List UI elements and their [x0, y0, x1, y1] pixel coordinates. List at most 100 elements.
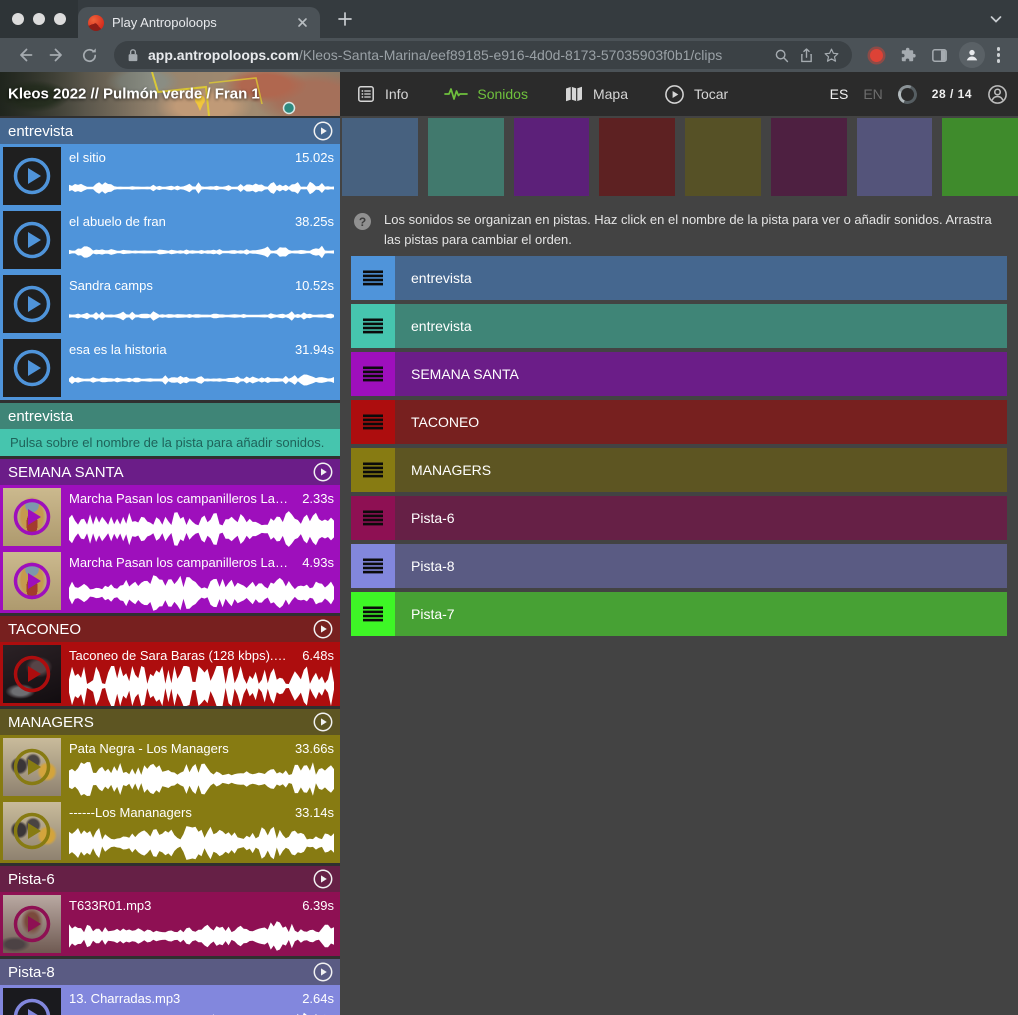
clip-play-icon[interactable] [12, 497, 52, 537]
nav-tocar-label: Tocar [694, 86, 728, 102]
track-color-pad[interactable] [514, 118, 590, 196]
browser-profile-avatar[interactable] [959, 42, 985, 68]
track-drag-handle[interactable] [351, 496, 395, 540]
extensions-puzzle-icon[interactable] [895, 42, 921, 68]
track-drag-handle[interactable] [351, 592, 395, 636]
track-header[interactable]: Pista-6 [0, 866, 340, 892]
lang-en[interactable]: EN [863, 86, 882, 102]
track-row[interactable]: SEMANA SANTA [351, 352, 1007, 396]
track-row[interactable]: entrevista [351, 256, 1007, 300]
track-drag-handle[interactable] [351, 400, 395, 444]
clip-play-icon[interactable] [12, 654, 52, 694]
track-color-pad[interactable] [428, 118, 504, 196]
window-control-dot[interactable] [33, 13, 45, 25]
clip-duration: 31.94s [295, 341, 334, 358]
track-color-pad[interactable] [857, 118, 933, 196]
track-color-pad[interactable] [599, 118, 675, 196]
clip-play-icon[interactable] [12, 997, 52, 1015]
track-play-all-icon[interactable] [312, 961, 334, 983]
window-controls[interactable] [0, 0, 78, 38]
track-play-all-icon[interactable] [312, 120, 334, 142]
project-banner[interactable]: Kleos 2022 // Pulmón verde / Fran 1 [0, 72, 340, 116]
recording-extension-icon[interactable] [870, 49, 883, 62]
track-row[interactable]: Pista-8 [351, 544, 1007, 588]
lang-es[interactable]: ES [830, 86, 849, 102]
clip-play-icon[interactable] [12, 747, 52, 787]
forward-button[interactable] [44, 42, 70, 68]
clip-item[interactable]: esa es la historia31.94s [0, 336, 340, 400]
track-header[interactable]: Pista-8 [0, 959, 340, 985]
clip-item[interactable]: Pata Negra - Los Managers33.66s [0, 735, 340, 799]
track-row[interactable]: entrevista [351, 304, 1007, 348]
clip-play-icon[interactable] [12, 284, 52, 324]
track-row-name[interactable]: Pista-8 [395, 544, 1007, 588]
clip-play-icon[interactable] [12, 220, 52, 260]
track-header[interactable]: entrevista [0, 403, 340, 429]
loading-ring-icon [895, 82, 919, 106]
nav-tocar[interactable]: Tocar [664, 84, 728, 105]
window-control-dot[interactable] [54, 13, 66, 25]
track-row-name[interactable]: TACONEO [395, 400, 1007, 444]
clip-play-icon[interactable] [12, 904, 52, 944]
clip-item[interactable]: el sitio15.02s [0, 144, 340, 208]
window-control-dot[interactable] [12, 13, 24, 25]
share-icon[interactable] [798, 47, 815, 64]
track-row-name[interactable]: entrevista [395, 256, 1007, 300]
track-header[interactable]: SEMANA SANTA [0, 459, 340, 485]
track-row-name[interactable]: Pista-7 [395, 592, 1007, 636]
track-drag-handle[interactable] [351, 544, 395, 588]
clip-play-icon[interactable] [12, 811, 52, 851]
clip-item[interactable]: Marcha Pasan los campanilleros Las Mejor… [0, 485, 340, 549]
clip-item[interactable]: Marcha Pasan los campanilleros Las Mejor… [0, 549, 340, 613]
track-color-pad[interactable] [685, 118, 761, 196]
browser-menu-icon[interactable] [991, 47, 1007, 63]
clip-play-icon[interactable] [12, 156, 52, 196]
track-row[interactable]: MANAGERS [351, 448, 1007, 492]
track-drag-handle[interactable] [351, 256, 395, 300]
track-header[interactable]: entrevista [0, 118, 340, 144]
track-color-pad[interactable] [771, 118, 847, 196]
clip-play-icon[interactable] [12, 561, 52, 601]
track-row-name[interactable]: Pista-6 [395, 496, 1007, 540]
account-icon[interactable] [987, 84, 1008, 105]
clip-play-icon[interactable] [12, 348, 52, 388]
new-tab-button[interactable] [336, 10, 354, 33]
clip-item[interactable]: T633R01.mp36.39s [0, 892, 340, 956]
back-button[interactable] [12, 42, 38, 68]
clip-item[interactable]: Taconeo de Sara Baras (128 kbps).mp36.48… [0, 642, 340, 706]
track-drag-handle[interactable] [351, 448, 395, 492]
clip-name: Marcha Pasan los campanilleros Las Mejor… [69, 554, 294, 571]
track-play-all-icon[interactable] [312, 618, 334, 640]
bookmark-star-icon[interactable] [823, 47, 840, 64]
track-row-name[interactable]: MANAGERS [395, 448, 1007, 492]
track-drag-handle[interactable] [351, 352, 395, 396]
clip-item[interactable]: el abuelo de fran38.25s [0, 208, 340, 272]
track-drag-handle[interactable] [351, 304, 395, 348]
track-row[interactable]: TACONEO [351, 400, 1007, 444]
track-play-all-icon[interactable] [312, 868, 334, 890]
address-bar[interactable]: app.antropoloops.com/Kleos-Santa-Marina/… [114, 41, 852, 69]
browser-tab[interactable]: Play Antropoloops [78, 7, 320, 38]
track-row-name[interactable]: entrevista [395, 304, 1007, 348]
track-play-all-icon[interactable] [312, 711, 334, 733]
track-header[interactable]: TACONEO [0, 616, 340, 642]
clip-item[interactable]: Sandra camps10.52s [0, 272, 340, 336]
zoom-icon[interactable] [773, 47, 790, 64]
track-header[interactable]: MANAGERS [0, 709, 340, 735]
track-play-all-icon[interactable] [312, 461, 334, 483]
clip-item[interactable]: 13. Charradas.mp32.64s [0, 985, 340, 1015]
nav-mapa[interactable]: Mapa [564, 84, 628, 104]
tab-close-icon[interactable] [295, 15, 310, 30]
track-row[interactable]: Pista-7 [351, 592, 1007, 636]
clip-waveform [69, 915, 334, 957]
nav-info[interactable]: Info [356, 84, 408, 104]
track-row[interactable]: Pista-6 [351, 496, 1007, 540]
reload-button[interactable] [76, 42, 102, 68]
track-color-pad[interactable] [342, 118, 418, 196]
track-color-pad[interactable] [942, 118, 1018, 196]
track-row-name[interactable]: SEMANA SANTA [395, 352, 1007, 396]
tab-search-chevron-icon[interactable] [988, 11, 1004, 32]
nav-sonidos[interactable]: Sonidos [444, 86, 528, 102]
side-panel-icon[interactable] [927, 42, 953, 68]
clip-item[interactable]: ------Los Mananagers33.14s [0, 799, 340, 863]
